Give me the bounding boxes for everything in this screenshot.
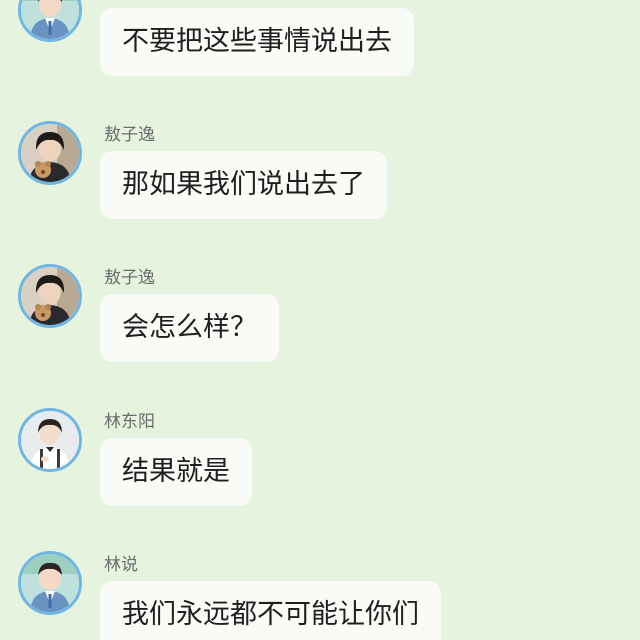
boy-with-teddy-bear-avatar-image (21, 124, 79, 182)
message-bubble[interactable]: 结果就是 (100, 438, 252, 506)
sender-name: 林说 (104, 555, 138, 575)
message-bubble[interactable]: 会怎么样？ (100, 294, 279, 362)
sender-name: 林东阳 (104, 412, 155, 432)
boy-school-uniform-avatar-image (21, 0, 79, 39)
boy-with-teddy-bear-avatar-image (21, 267, 79, 325)
avatar-linshuo[interactable] (18, 0, 82, 42)
message-bubble[interactable]: 那如果我们说出去了 (100, 151, 387, 219)
chat-message-list[interactable]: 林说 不要把这些事情说出去 敖子逸 那如果我们说出去了 (0, 0, 640, 640)
avatar-lindongyang[interactable] (18, 408, 82, 472)
sender-name: 林说 (104, 0, 138, 2)
avatar-linshuo[interactable] (18, 551, 82, 615)
message-bubble[interactable]: 不要把这些事情说出去 (100, 8, 414, 76)
avatar-aoziyi[interactable] (18, 264, 82, 328)
message-bubble[interactable]: 我们永远都不可能让你们 (100, 581, 441, 640)
sender-name: 敖子逸 (104, 268, 155, 288)
boy-with-suspenders-avatar-image (21, 411, 79, 469)
avatar-aoziyi[interactable] (18, 121, 82, 185)
boy-school-uniform-avatar-image (21, 554, 79, 612)
sender-name: 敖子逸 (104, 125, 155, 145)
